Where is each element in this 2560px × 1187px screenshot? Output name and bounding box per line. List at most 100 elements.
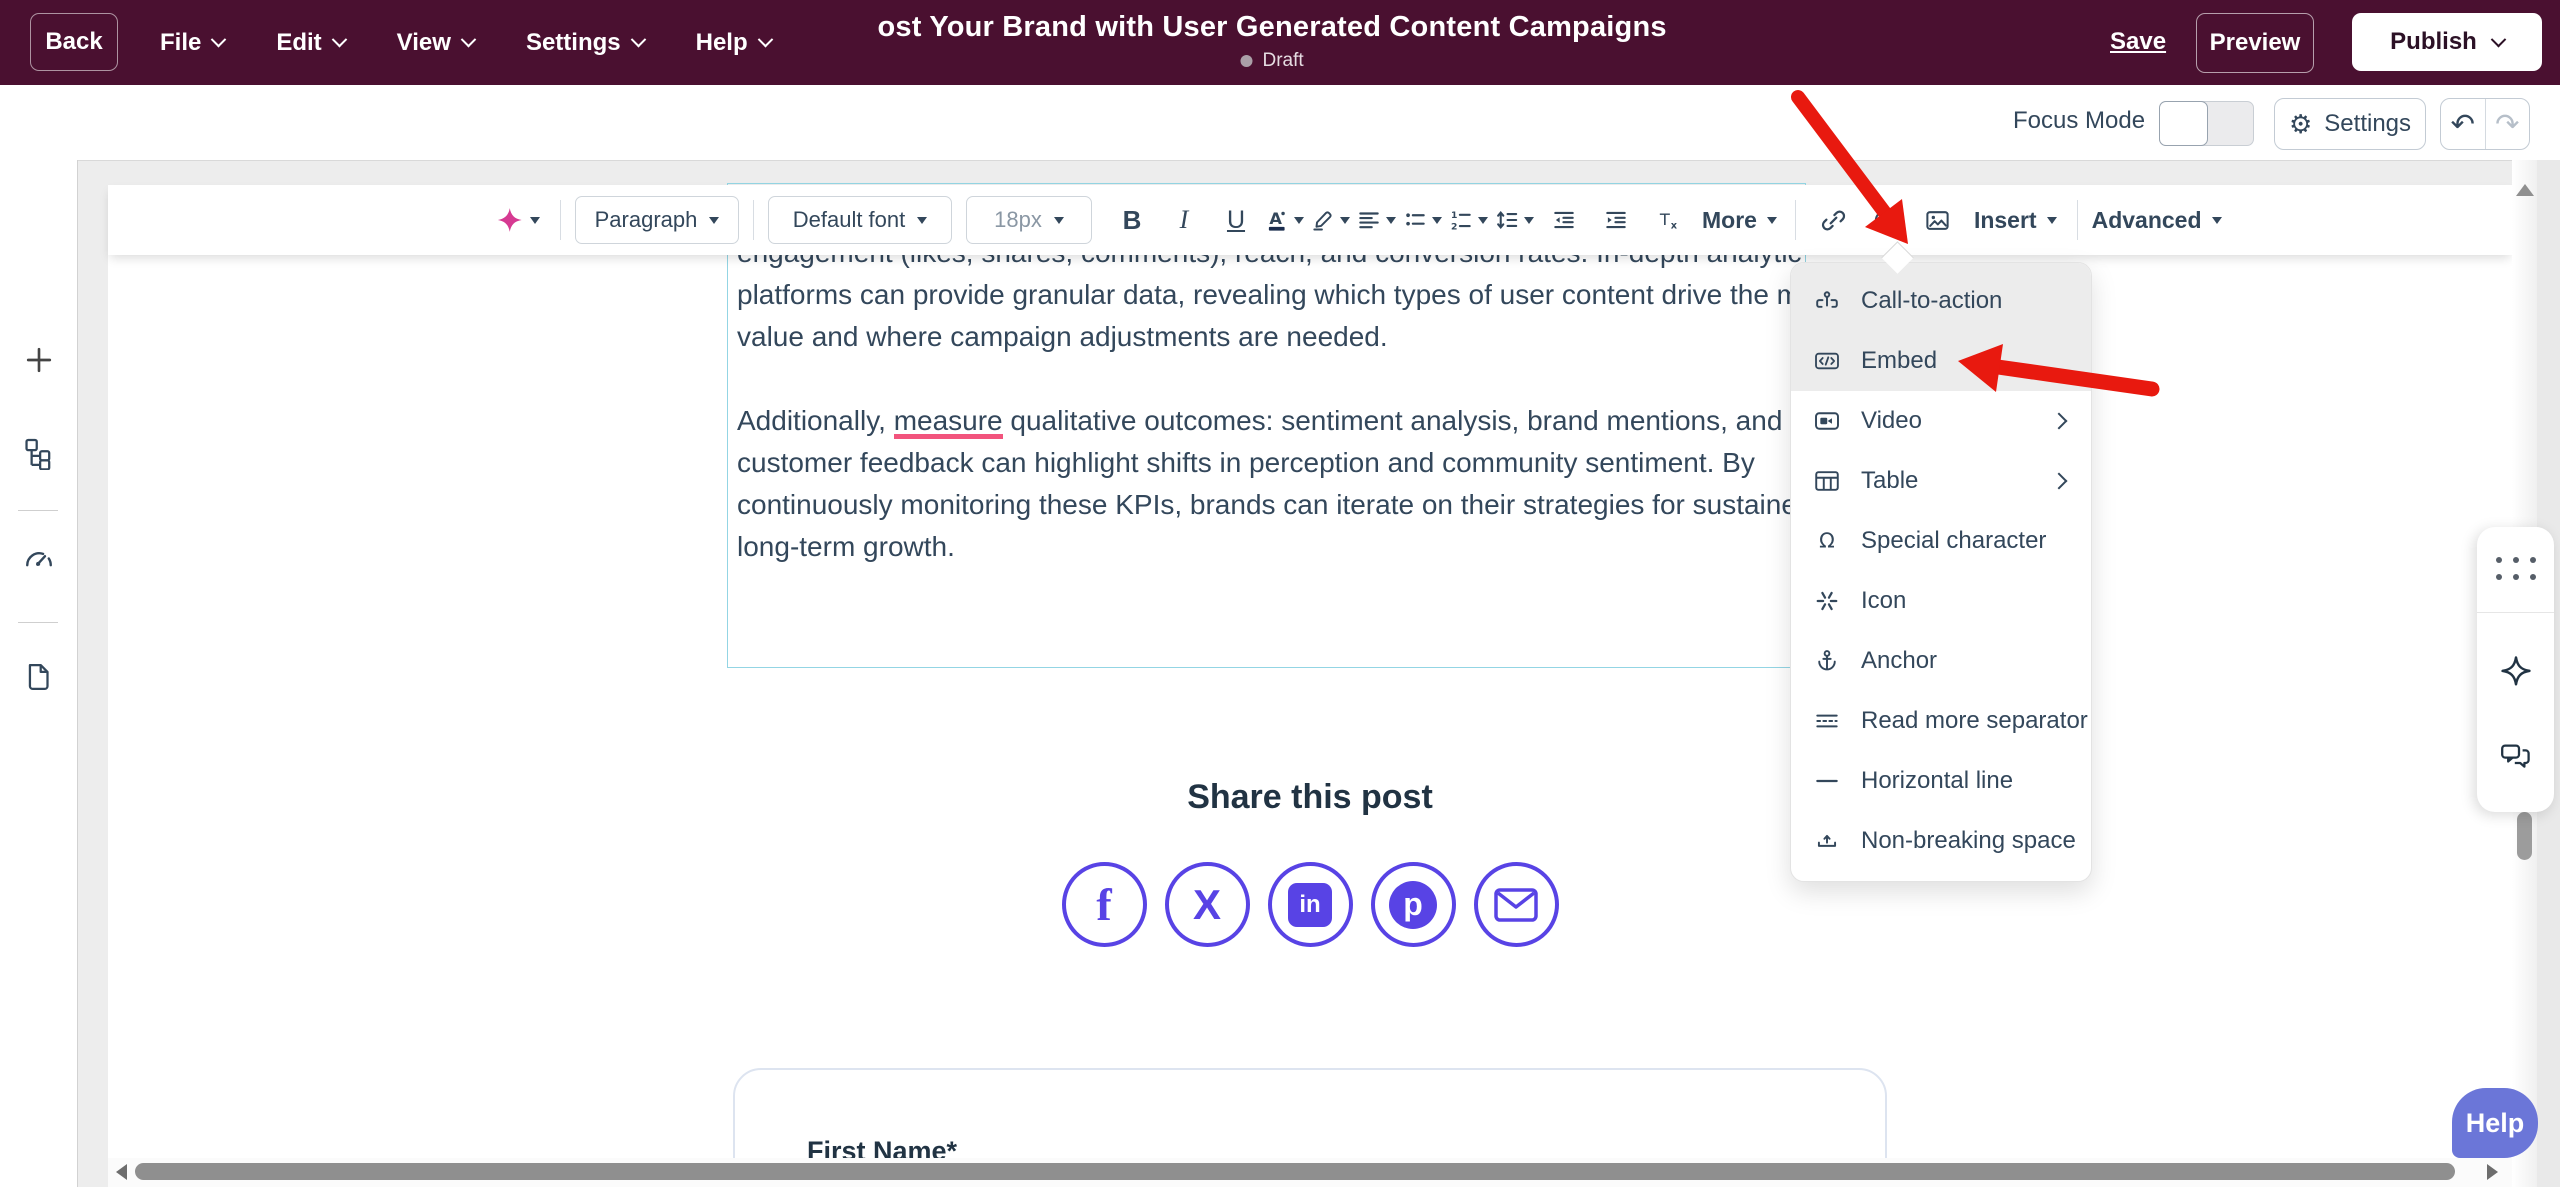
structure-tree-icon[interactable] (22, 436, 56, 470)
status-row: Draft (877, 50, 1666, 72)
font-family-dropdown[interactable]: Default font (768, 196, 952, 244)
insert-menu-item-read-more-separator[interactable]: Read more separator (1791, 691, 2091, 751)
text-line: Additionally, measure qualitative outcom… (737, 400, 1801, 442)
insert-menu-item-icon[interactable]: Icon (1791, 571, 2091, 631)
image-button[interactable] (1914, 197, 1962, 243)
menu-edit[interactable]: Edit (276, 29, 344, 57)
gear-icon: ⚙ (2289, 111, 2312, 137)
emoji-button[interactable] (1862, 197, 1910, 243)
insert-menu-item-horizontal-line[interactable]: Horizontal line (1791, 751, 2091, 811)
insert-menu-item-call-to-action[interactable]: Call-to-action (1791, 271, 2091, 331)
toolbar-divider (2077, 200, 2078, 240)
x-share-button[interactable]: X (1165, 862, 1250, 947)
page-title[interactable]: ost Your Brand with User Generated Conte… (877, 11, 1666, 44)
indent-button[interactable] (1592, 197, 1640, 243)
back-button[interactable]: Back (30, 13, 118, 71)
menu-item-label: Special character (1861, 527, 2046, 555)
document-title-block: ost Your Brand with User Generated Conte… (877, 11, 1666, 72)
highlight-color-button[interactable] (1310, 207, 1350, 233)
text-line: value and where campaign adjustments are… (737, 316, 1801, 358)
drag-handle-icon[interactable] (2496, 557, 2536, 580)
scroll-left-arrow[interactable] (116, 1164, 127, 1180)
menu-view[interactable]: View (397, 29, 474, 57)
horizontal-scrollbar[interactable] (108, 1158, 2512, 1187)
cta-icon (1813, 287, 1841, 315)
social-share-row: fXinp (737, 862, 1883, 947)
insert-menu: Call-to-action Embed Video Table Ω Special ch… (1790, 262, 2092, 882)
insert-menu-item-special-character[interactable]: Ω Special character (1791, 511, 2091, 571)
comments-button[interactable] (2498, 739, 2534, 775)
insert-menu-item-table[interactable]: Table (1791, 451, 2091, 511)
chevron-down-icon (1340, 217, 1350, 224)
text-align-button[interactable] (1356, 207, 1396, 233)
vertical-scroll-thumb[interactable] (2517, 812, 2532, 860)
insert-menu-item-anchor[interactable]: Anchor (1791, 631, 2091, 691)
formatting-toolbar: Paragraph Default font 18px B I U A (108, 185, 2512, 255)
scroll-up-arrow[interactable] (2516, 184, 2534, 196)
facebook-share-button[interactable]: f (1062, 862, 1147, 947)
ai-sparkle-button[interactable] (2497, 653, 2535, 691)
anchor-icon (1813, 647, 1841, 675)
bold-button[interactable]: B (1108, 197, 1156, 243)
linkedin-share-button[interactable]: in (1268, 862, 1353, 947)
email-share-button[interactable] (1474, 862, 1559, 947)
paragraph-style-dropdown[interactable]: Paragraph (575, 196, 739, 244)
insert-dropdown[interactable]: Insert (1974, 207, 2057, 234)
svg-text:Ω: Ω (1819, 528, 1835, 552)
menu-help[interactable]: Help (696, 29, 771, 57)
toggle-handle (2159, 101, 2208, 146)
outdent-button[interactable] (1540, 197, 1588, 243)
preview-button[interactable]: Preview (2196, 13, 2314, 73)
chevron-down-icon (1294, 217, 1304, 224)
more-dropdown[interactable]: More (1702, 207, 1777, 234)
insert-menu-item-video[interactable]: Video (1791, 391, 2091, 451)
svg-text:x: x (1671, 221, 1678, 232)
undo-redo-group: ↶ ↷ (2440, 98, 2530, 150)
menu-item-label: Icon (1861, 587, 1906, 615)
focus-mode-toggle[interactable] (2159, 101, 2254, 146)
advanced-dropdown[interactable]: Advanced (2092, 207, 2222, 234)
chevron-down-icon (1432, 217, 1442, 224)
document-icon[interactable] (22, 660, 56, 694)
menu-item-label: Horizontal line (1861, 767, 2013, 795)
add-module-button[interactable] (21, 342, 57, 378)
text-line: platforms can provide granular data, rev… (737, 274, 1801, 316)
menu-item-label: Call-to-action (1861, 287, 2002, 315)
video-icon (1813, 407, 1841, 435)
insert-menu-item-embed[interactable]: Embed (1791, 331, 2091, 391)
link-button[interactable] (1810, 197, 1858, 243)
line-spacing-button[interactable] (1494, 207, 1534, 233)
menu-item-label: Read more separator (1861, 707, 2088, 735)
publish-button[interactable]: Publish (2352, 13, 2542, 71)
bullet-list-button[interactable] (1402, 207, 1442, 233)
help-button[interactable]: Help (2452, 1088, 2538, 1158)
scroll-right-arrow[interactable] (2487, 1164, 2498, 1180)
underline-button[interactable]: U (1212, 197, 1260, 243)
font-color-button[interactable]: A (1264, 207, 1304, 233)
rich-text-body[interactable]: engagement (likes, shares, comments), re… (737, 232, 1801, 572)
undo-button[interactable]: ↶ (2441, 99, 2486, 149)
embed-icon (1813, 347, 1841, 375)
toolbar-divider (560, 200, 561, 240)
toolbar-divider (753, 200, 754, 240)
save-button[interactable]: Save (2110, 28, 2166, 56)
redo-button[interactable]: ↷ (2486, 99, 2530, 149)
font-size-dropdown[interactable]: 18px (966, 196, 1092, 244)
menu-item-label: Video (1861, 407, 1922, 435)
icon-shapes-icon (1813, 587, 1841, 615)
svg-text:2: 2 (1451, 221, 1457, 232)
ai-assistant-button[interactable] (496, 205, 540, 235)
settings-button[interactable]: ⚙ Settings (2274, 98, 2426, 150)
numbered-list-button[interactable]: 1 2 (1448, 207, 1488, 233)
clear-formatting-button[interactable]: T x (1644, 197, 1692, 243)
sidebar-divider (18, 510, 58, 511)
menu-settings[interactable]: Settings (526, 29, 644, 57)
menu-file[interactable]: File (160, 29, 224, 57)
horizontal-scroll-thumb[interactable] (135, 1163, 2455, 1180)
optimize-gauge-icon[interactable] (21, 543, 57, 579)
insert-menu-item-non-breaking-space[interactable]: Non-breaking space (1791, 811, 2091, 871)
pinterest-share-button[interactable]: p (1371, 862, 1456, 947)
panel-divider (2477, 612, 2554, 613)
chevron-down-icon (530, 217, 540, 224)
italic-button[interactable]: I (1160, 197, 1208, 243)
